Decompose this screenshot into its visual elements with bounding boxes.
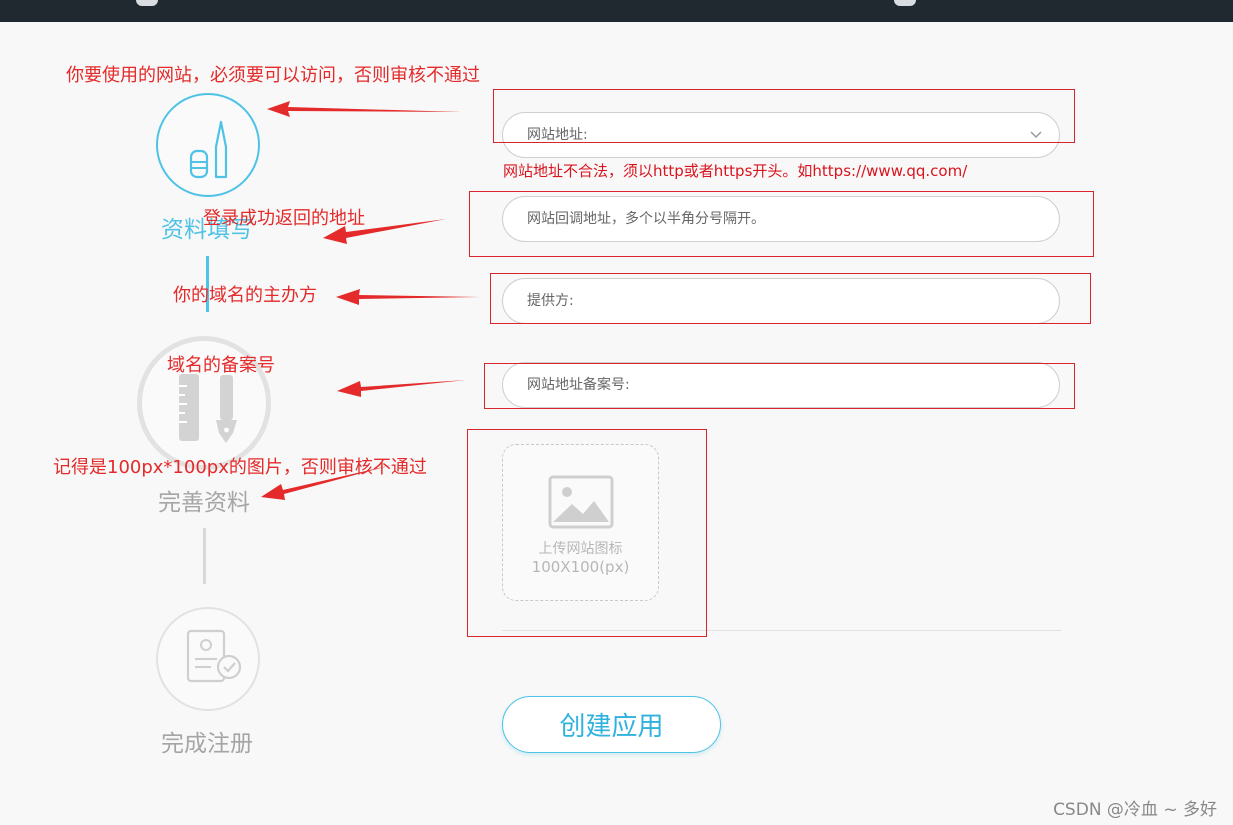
arrow-icp-annotation — [337, 380, 466, 397]
annotation-provider-note: 你的域名的主办方 — [173, 285, 317, 306]
arrow-url-annotation — [267, 101, 462, 117]
annotation-url-note: 你要使用的网站，必须要可以访问，否则审核不通过 — [66, 65, 480, 86]
arrow-provider-annotation — [336, 289, 480, 305]
annotation-arrows — [261, 101, 480, 500]
annotation-upload-note: 记得是100px*100px的图片，否则审核不通过 — [53, 457, 427, 478]
annotation-callback-note: 登录成功返回的地址 — [203, 208, 365, 229]
annotation-icp-note: 域名的备案号 — [167, 355, 275, 376]
csdn-watermark: CSDN @冷血 ~ 多好 — [1053, 800, 1217, 820]
